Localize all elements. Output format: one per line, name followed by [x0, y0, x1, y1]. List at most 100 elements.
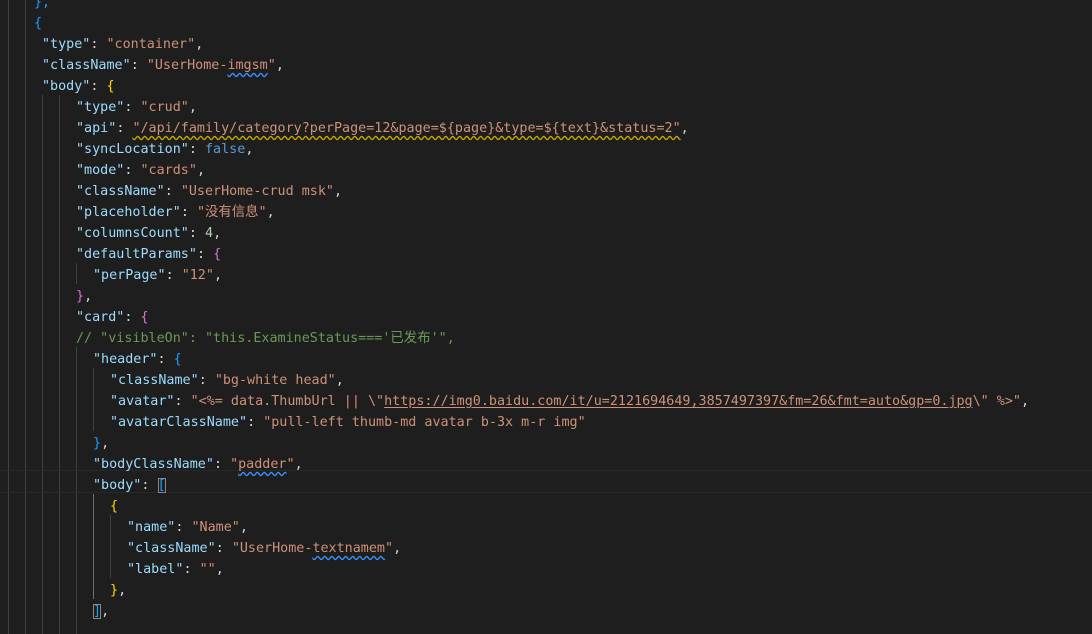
code-line[interactable]: "type": "container", [42, 34, 203, 55]
code-token: : [196, 247, 214, 262]
code-token: "crud" [140, 100, 189, 115]
code-token: "type" [76, 100, 125, 115]
code-token: : [213, 457, 231, 472]
code-line[interactable]: }, [34, 0, 50, 13]
code-line[interactable]: "mode": "cards", [76, 160, 205, 181]
code-token: : [198, 373, 215, 388]
code-token: } [110, 583, 119, 598]
code-token: "bodyClassName" [93, 457, 214, 472]
code-token: : [90, 37, 107, 52]
code-line[interactable]: // "visibleOn": "this.ExamineStatus==='已… [76, 328, 455, 349]
code-line[interactable]: "defaultParams": { [76, 244, 221, 265]
indent-guide [25, 0, 26, 634]
code-token: "name" [127, 520, 176, 535]
code-line[interactable]: "avatarClassName": "pull-left thumb-md a… [110, 412, 586, 433]
code-token: { [140, 310, 149, 325]
code-token: , [239, 520, 248, 535]
code-token: "className" [127, 541, 216, 556]
code-token: " [385, 541, 394, 556]
code-line[interactable]: "body": { [42, 76, 115, 97]
code-line[interactable]: "className": "UserHome-textnamem", [127, 538, 401, 559]
code-token: , [680, 121, 689, 136]
code-line[interactable]: "label": "", [127, 559, 224, 580]
code-token: , [245, 142, 254, 157]
code-token: "pull-left thumb-md avatar b-3x m-r img" [263, 415, 586, 430]
code-line[interactable]: "className": "bg-white head", [110, 370, 344, 391]
code-line[interactable]: "columnsCount": 4, [76, 223, 221, 244]
code-token: "没有信息" [196, 205, 267, 220]
code-token: " [230, 457, 239, 472]
code-token: : [124, 310, 141, 325]
code-token: { [34, 16, 43, 31]
code-token: ] [93, 604, 102, 619]
code-line[interactable]: "syncLocation": false, [76, 139, 253, 160]
code-line[interactable]: "type": "crud", [76, 97, 197, 118]
code-token: "avatarClassName" [110, 415, 248, 430]
code-token: : [130, 58, 147, 73]
code-token: : [165, 268, 182, 283]
indent-guide [93, 368, 94, 431]
code-line[interactable]: "perPage": "12", [93, 265, 222, 286]
code-line[interactable]: "className": "UserHome-crud msk", [76, 181, 342, 202]
code-line[interactable]: ], [93, 601, 109, 622]
code-token: : [164, 184, 181, 199]
code-token: "api" [76, 121, 117, 136]
code-token: } [93, 436, 102, 451]
code-line[interactable]: "header": { [93, 349, 182, 370]
indent-guide [59, 95, 60, 634]
code-token: : [247, 415, 264, 430]
code-token: "" [199, 562, 216, 577]
code-line[interactable]: "card": { [76, 307, 149, 328]
indent-guide [93, 494, 94, 599]
indent-guide [110, 515, 111, 578]
code-token: "UserHome- [231, 541, 313, 556]
code-token: : [188, 226, 205, 241]
code-token: : [174, 394, 191, 409]
code-line[interactable]: "avatar": "<%= data.ThumbUrl || \"https:… [110, 391, 1029, 412]
code-token: { [106, 79, 115, 94]
code-token: "header" [93, 352, 158, 367]
indent-guide [8, 0, 9, 634]
code-token: "UserHome- [146, 58, 228, 73]
code-line[interactable]: "className": "UserHome-imgsm", [42, 55, 284, 76]
code-line[interactable]: "bodyClassName": "padder", [93, 454, 303, 475]
code-token: "<%= data.ThumbUrl || \" [190, 394, 385, 409]
code-token: , [294, 457, 303, 472]
code-token: , [118, 583, 127, 598]
code-line[interactable]: "body": [ [93, 475, 166, 496]
code-token: "bg-white head" [214, 373, 336, 388]
code-token: "syncLocation" [76, 142, 189, 157]
code-line[interactable]: "api": "/api/family/category?perPage=12&… [76, 118, 689, 139]
code-line[interactable]: }, [93, 433, 109, 454]
code-token: "UserHome-crud msk" [180, 184, 334, 199]
code-token: : [157, 352, 174, 367]
code-token: : [116, 121, 133, 136]
code-token: imgsm [227, 58, 268, 73]
code-token: "className" [76, 184, 165, 199]
code-line[interactable]: "name": "Name", [127, 517, 248, 538]
code-token: , [1021, 394, 1030, 409]
code-token: "body" [93, 478, 142, 493]
code-line[interactable]: { [110, 496, 118, 517]
code-token: , [266, 205, 275, 220]
code-token: : [175, 520, 192, 535]
code-token: : [188, 142, 205, 157]
code-token: "placeholder" [76, 205, 181, 220]
code-token: "card" [76, 310, 125, 325]
code-token: "12" [181, 268, 214, 283]
code-token: "mode" [76, 163, 125, 178]
code-line[interactable]: "placeholder": "没有信息", [76, 202, 275, 223]
code-token: https://img0.baidu.com/it/u=2121694649,3… [384, 394, 973, 409]
code-token: , [196, 163, 205, 178]
code-token: "body" [42, 79, 91, 94]
code-editor[interactable]: },{"type": "container", "className": "Use… [0, 0, 1092, 634]
indent-guide [76, 263, 77, 284]
code-line[interactable]: }, [110, 580, 126, 601]
code-token: } [76, 289, 85, 304]
code-line[interactable]: { [34, 13, 42, 34]
code-token: , [393, 541, 402, 556]
code-token: [ [157, 478, 166, 493]
code-token: , [213, 226, 222, 241]
code-token: { [213, 247, 222, 262]
code-line[interactable]: }, [76, 286, 92, 307]
